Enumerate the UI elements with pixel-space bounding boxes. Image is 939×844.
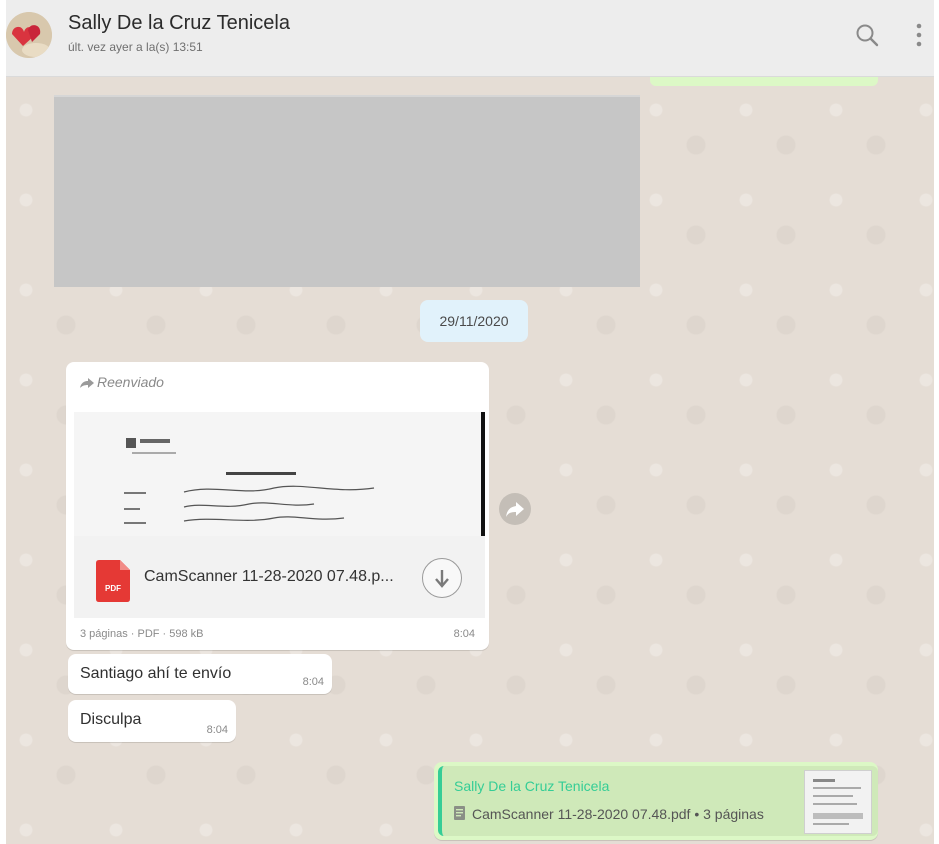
contact-name[interactable]: Sally De la Cruz Tenicela — [68, 12, 290, 35]
quote-author: Sally De la Cruz Tenicela — [454, 778, 610, 794]
message-time: 8:04 — [206, 724, 228, 736]
menu-icon[interactable] — [912, 18, 926, 52]
chat-header: Sally De la Cruz Tenicela últ. vez ayer … — [6, 0, 934, 77]
pdf-icon: PDF — [96, 560, 130, 602]
share-icon[interactable] — [499, 493, 531, 525]
document-file-row[interactable]: PDF CamScanner 11-28-2020 07.48.p... — [74, 536, 485, 618]
contact-avatar[interactable] — [6, 12, 52, 58]
message-time: 8:04 — [302, 676, 324, 688]
quote-text: CamScanner 11-28-2020 07.48.pdf • 3 pági… — [472, 806, 764, 822]
svg-text:PDF: PDF — [105, 584, 121, 593]
message-text: Disculpa — [80, 711, 142, 728]
last-seen-status: últ. vez ayer a la(s) 13:51 — [68, 40, 203, 54]
document-meta: 3 páginas · PDF · 598 kB — [80, 628, 204, 640]
outgoing-reply-bubble[interactable]: Sally De la Cruz Tenicela CamScanner 11-… — [434, 762, 878, 840]
media-message-placeholder[interactable] — [54, 95, 640, 287]
document-message[interactable]: Reenviado PDF CamScanner 11-28-2020 07.4… — [66, 362, 489, 650]
download-icon — [435, 570, 449, 588]
date-divider: 29/11/2020 — [420, 300, 528, 342]
document-preview[interactable] — [74, 412, 485, 536]
forwarded-indicator: Reenviado — [80, 374, 164, 390]
forwarded-label: Reenviado — [97, 374, 164, 390]
forward-icon — [80, 378, 94, 389]
message-bubble[interactable]: Disculpa 8:04 — [68, 700, 236, 742]
previous-outgoing-bubble — [650, 76, 878, 86]
chat-window: Sally De la Cruz Tenicela últ. vez ayer … — [6, 0, 934, 844]
message-text: Santiago ahí te envío — [80, 665, 232, 682]
message-bubble[interactable]: Santiago ahí te envío 8:04 — [68, 654, 332, 694]
quoted-message[interactable]: Sally De la Cruz Tenicela CamScanner 11-… — [438, 766, 878, 836]
document-icon — [454, 806, 465, 820]
document-filename: CamScanner 11-28-2020 07.48.p... — [144, 568, 394, 585]
message-time: 8:04 — [453, 628, 475, 640]
download-button[interactable] — [422, 558, 462, 598]
quote-thumbnail — [804, 770, 872, 834]
search-icon[interactable] — [854, 22, 882, 50]
